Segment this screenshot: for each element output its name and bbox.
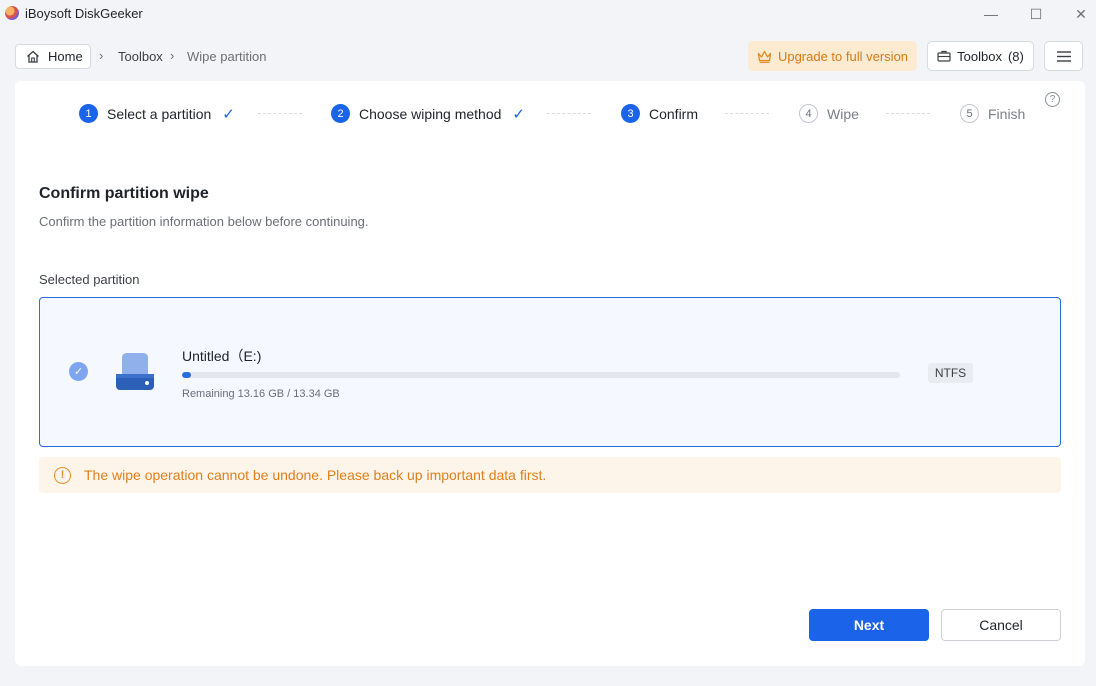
cancel-button[interactable]: Cancel — [941, 609, 1061, 641]
warning-icon: ! — [54, 466, 71, 484]
page-title: Confirm partition wipe — [39, 185, 209, 202]
step-number: 5 — [960, 104, 979, 123]
close-window-icon[interactable]: ✕ — [1058, 0, 1096, 28]
usage-bar — [182, 372, 900, 378]
title-bar: iBoysoft DiskGeeker — ☐ ✕ — [0, 0, 1096, 28]
step-label: Choose wiping method — [359, 105, 502, 122]
app-title: iBoysoft DiskGeeker — [25, 6, 143, 21]
filesystem-badge: NTFS — [928, 363, 973, 383]
chevron-right-icon: › — [99, 48, 104, 63]
step-divider — [886, 113, 930, 114]
step-confirm: 3 Confirm — [621, 104, 698, 123]
step-finish: 5 Finish — [960, 104, 1025, 123]
hard-drive-icon — [116, 353, 154, 390]
app-logo-icon — [5, 6, 19, 20]
step-label: Confirm — [649, 105, 699, 122]
step-select-partition: 1 Select a partition ✓ — [79, 104, 235, 123]
warning-text: The wipe operation cannot be undone. Ple… — [84, 467, 547, 483]
toolbox-count: (8) — [1007, 48, 1024, 64]
upgrade-button[interactable]: Upgrade to full version — [748, 41, 917, 71]
remaining-space-text: Remaining 13.16 GB / 13.34 GB — [182, 388, 340, 400]
home-icon — [27, 50, 39, 63]
step-number: 3 — [621, 104, 640, 123]
step-label: Select a partition — [107, 105, 212, 122]
step-label: Wipe — [827, 105, 859, 122]
breadcrumb-current: Wipe partition — [187, 49, 267, 64]
breadcrumb-toolbox[interactable]: Toolbox — [118, 49, 163, 64]
page-subtitle: Confirm the partition information below … — [39, 214, 369, 229]
upgrade-label: Upgrade to full version — [777, 48, 909, 64]
step-label: Finish — [988, 105, 1026, 122]
step-choose-wiping-method: 2 Choose wiping method ✓ — [331, 104, 525, 123]
next-button[interactable]: Next — [809, 609, 929, 641]
toolbox-icon — [937, 50, 951, 62]
maximize-window-icon[interactable]: ☐ — [1013, 0, 1059, 28]
step-wipe: 4 Wipe — [799, 104, 859, 123]
partition-name: Untitled（E:) — [182, 348, 262, 364]
step-number: 1 — [79, 104, 98, 123]
step-number: 2 — [331, 104, 350, 123]
warning-banner: ! The wipe operation cannot be undone. P… — [39, 457, 1061, 493]
minimize-window-icon[interactable]: — — [968, 0, 1014, 28]
step-divider — [258, 113, 302, 114]
toolbox-button[interactable]: Toolbox (8) — [927, 41, 1034, 71]
checkmark-icon: ✓ — [512, 105, 525, 123]
selected-check-icon: ✓ — [69, 362, 88, 381]
home-button[interactable]: Home — [15, 44, 91, 69]
toolbox-label: Toolbox — [957, 48, 1002, 64]
home-label: Home — [48, 49, 83, 64]
step-divider — [547, 113, 591, 114]
step-divider — [725, 113, 769, 114]
hamburger-menu-icon — [1056, 50, 1071, 62]
usage-bar-fill — [182, 372, 192, 378]
step-number: 4 — [799, 104, 818, 123]
section-label: Selected partition — [39, 272, 140, 287]
crown-icon — [757, 50, 772, 63]
checkmark-icon: ✓ — [222, 105, 235, 123]
help-icon[interactable]: ? — [1045, 92, 1060, 107]
menu-button[interactable] — [1044, 41, 1083, 71]
chevron-right-icon: › — [170, 48, 175, 63]
